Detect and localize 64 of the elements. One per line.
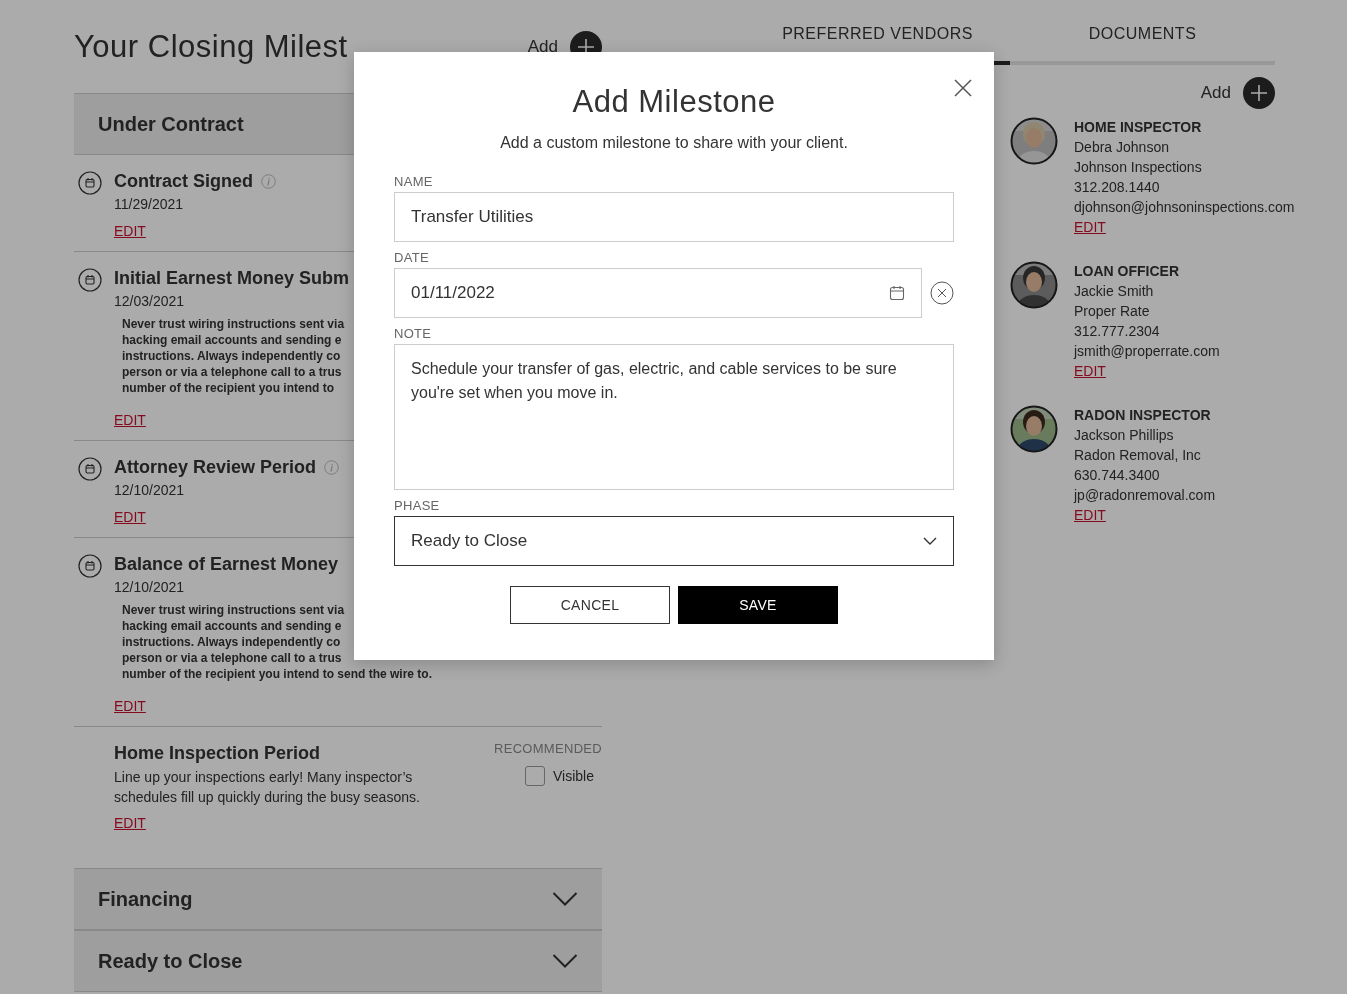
vendor-name: Debra Johnson [1074, 138, 1169, 157]
name-field[interactable]: Transfer Utilities [394, 192, 954, 242]
edit-link[interactable]: EDIT [114, 410, 146, 430]
field-label: DATE [394, 249, 430, 267]
calendar-icon [889, 285, 905, 301]
edit-link[interactable]: EDIT [114, 696, 146, 716]
warning-text: Never trust wiring instructions sent via hacking email accounts and sending e instructions. Always independently co person or via a telephone call to a trus number of the recipient you intend to [122, 316, 345, 396]
edit-link[interactable]: EDIT [1074, 217, 1106, 237]
edit-link[interactable]: EDIT [114, 221, 146, 241]
vendor-company: Radon Removal, Inc [1074, 446, 1201, 465]
edit-link[interactable]: EDIT [114, 507, 146, 527]
milestone-date: 12/03/2021 [114, 292, 185, 311]
save-button[interactable]: SAVE [678, 586, 838, 624]
vendor-company: Proper Rate [1074, 302, 1150, 321]
vendor-name: Jackie Smith [1074, 282, 1154, 301]
date-field[interactable]: 01/11/2022 [394, 268, 922, 318]
warning-text: Never trust wiring instructions sent via hacking email accounts and sending e instructions. Always independently co person or via a telephone call to a trus number of the recipient you intend to send the wire to. [122, 602, 433, 682]
recommended-label: RECOMMENDED [493, 741, 602, 756]
milestone-description: Line up your inspections early! Many inspector’s schedules fill up quickly during the busy seasons. [114, 768, 421, 807]
section-header[interactable]: Financing [74, 868, 602, 930]
vendor-phone: 630.744.3400 [1074, 466, 1160, 485]
field-label: NAME [394, 173, 434, 191]
close-icon[interactable] [954, 79, 972, 97]
milestone-title: Attorney Review Period [114, 456, 317, 479]
phase-dropdown[interactable]: Ready to Close [394, 516, 954, 566]
chevron-down-icon[interactable] [552, 891, 578, 907]
section-header[interactable]: Ready to Close [74, 930, 602, 992]
vendor-role: LOAN OFFICER [1074, 262, 1179, 281]
vendor-email: jp@radonremoval.com [1074, 486, 1216, 505]
vendor-phone: 312.208.1440 [1074, 178, 1160, 197]
chevron-down-icon[interactable] [552, 953, 578, 969]
vendor-role: RADON INSPECTOR [1074, 406, 1211, 425]
milestone-title: Contract Signed [114, 170, 253, 193]
tab[interactable]: DOCUMENTS [1010, 24, 1275, 65]
calendar-icon [78, 554, 102, 578]
add-button[interactable]: Add [1200, 77, 1275, 109]
calendar-icon [78, 171, 102, 195]
milestone-date: 12/10/2021 [114, 578, 185, 597]
milestone-title: Initial Earnest Money Subm [114, 267, 350, 290]
field-label: PHASE [394, 497, 441, 515]
visible-checkbox[interactable] [525, 766, 545, 786]
edit-link[interactable]: EDIT [1074, 505, 1106, 525]
vendor-email: djohnson@johnsoninspections.com [1074, 198, 1295, 217]
vendor-name: Jackson Phillips [1074, 426, 1174, 445]
edit-link[interactable]: EDIT [114, 813, 146, 833]
vendor-company: Johnson Inspections [1074, 158, 1202, 177]
calendar-icon [78, 457, 102, 481]
vendor-role: HOME INSPECTOR [1074, 118, 1202, 137]
calendar-icon [78, 268, 102, 292]
cancel-button[interactable]: CANCEL [510, 586, 670, 624]
field-label: NOTE [394, 325, 433, 343]
chevron-down-icon [923, 537, 937, 545]
milestone-title: Home Inspection Period [114, 742, 322, 765]
plus-icon [1243, 77, 1275, 109]
visible-label: Visible [553, 768, 594, 784]
milestone-title: Balance of Earnest Money [114, 553, 339, 576]
milestone-date: 12/10/2021 [114, 481, 185, 500]
vendor-phone: 312.777.2304 [1074, 322, 1160, 341]
milestone-date: 11/29/2021 [114, 195, 184, 214]
note-field[interactable]: Schedule your transfer of gas, electric, and cable services to be sure you're set when you move in. [394, 344, 954, 490]
page-title: Your Closing Milest [74, 28, 348, 65]
clear-icon[interactable] [930, 281, 954, 305]
vendor-email: jsmith@properrate.com [1074, 342, 1220, 361]
edit-link[interactable]: EDIT [1074, 361, 1106, 381]
